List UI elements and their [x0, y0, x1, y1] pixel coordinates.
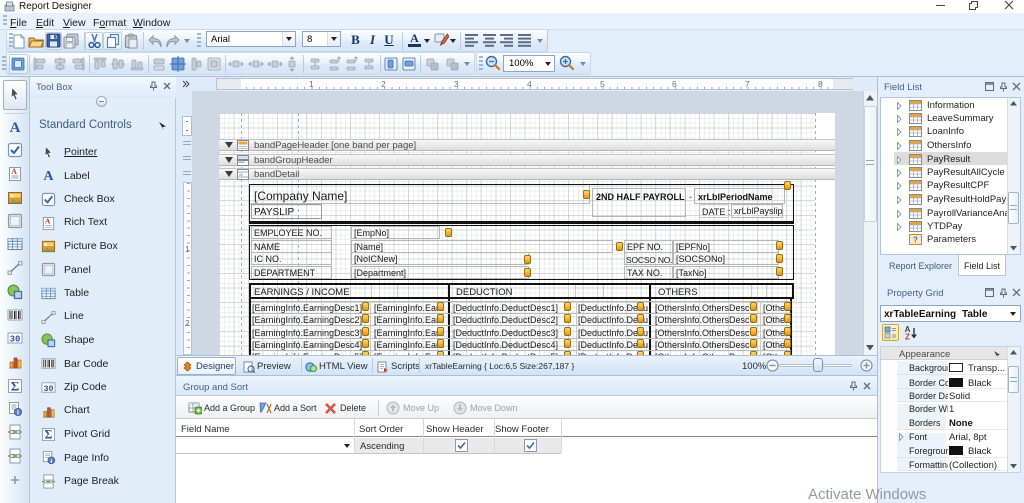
- svg-text:i: i: [17, 409, 19, 417]
- svg-text:30: 30: [10, 335, 21, 345]
- svg-text:A: A: [45, 217, 51, 226]
- svg-text:Σ: Σ: [45, 428, 53, 442]
- svg-text:A: A: [11, 167, 17, 176]
- svg-text:A: A: [43, 168, 54, 183]
- svg-text:Z: Z: [905, 333, 910, 341]
- svg-text:30: 30: [43, 384, 53, 394]
- svg-text:?: ?: [913, 236, 918, 245]
- svg-text:i: i: [50, 458, 52, 465]
- svg-text:A: A: [10, 120, 21, 135]
- svg-text:Σ: Σ: [11, 379, 20, 394]
